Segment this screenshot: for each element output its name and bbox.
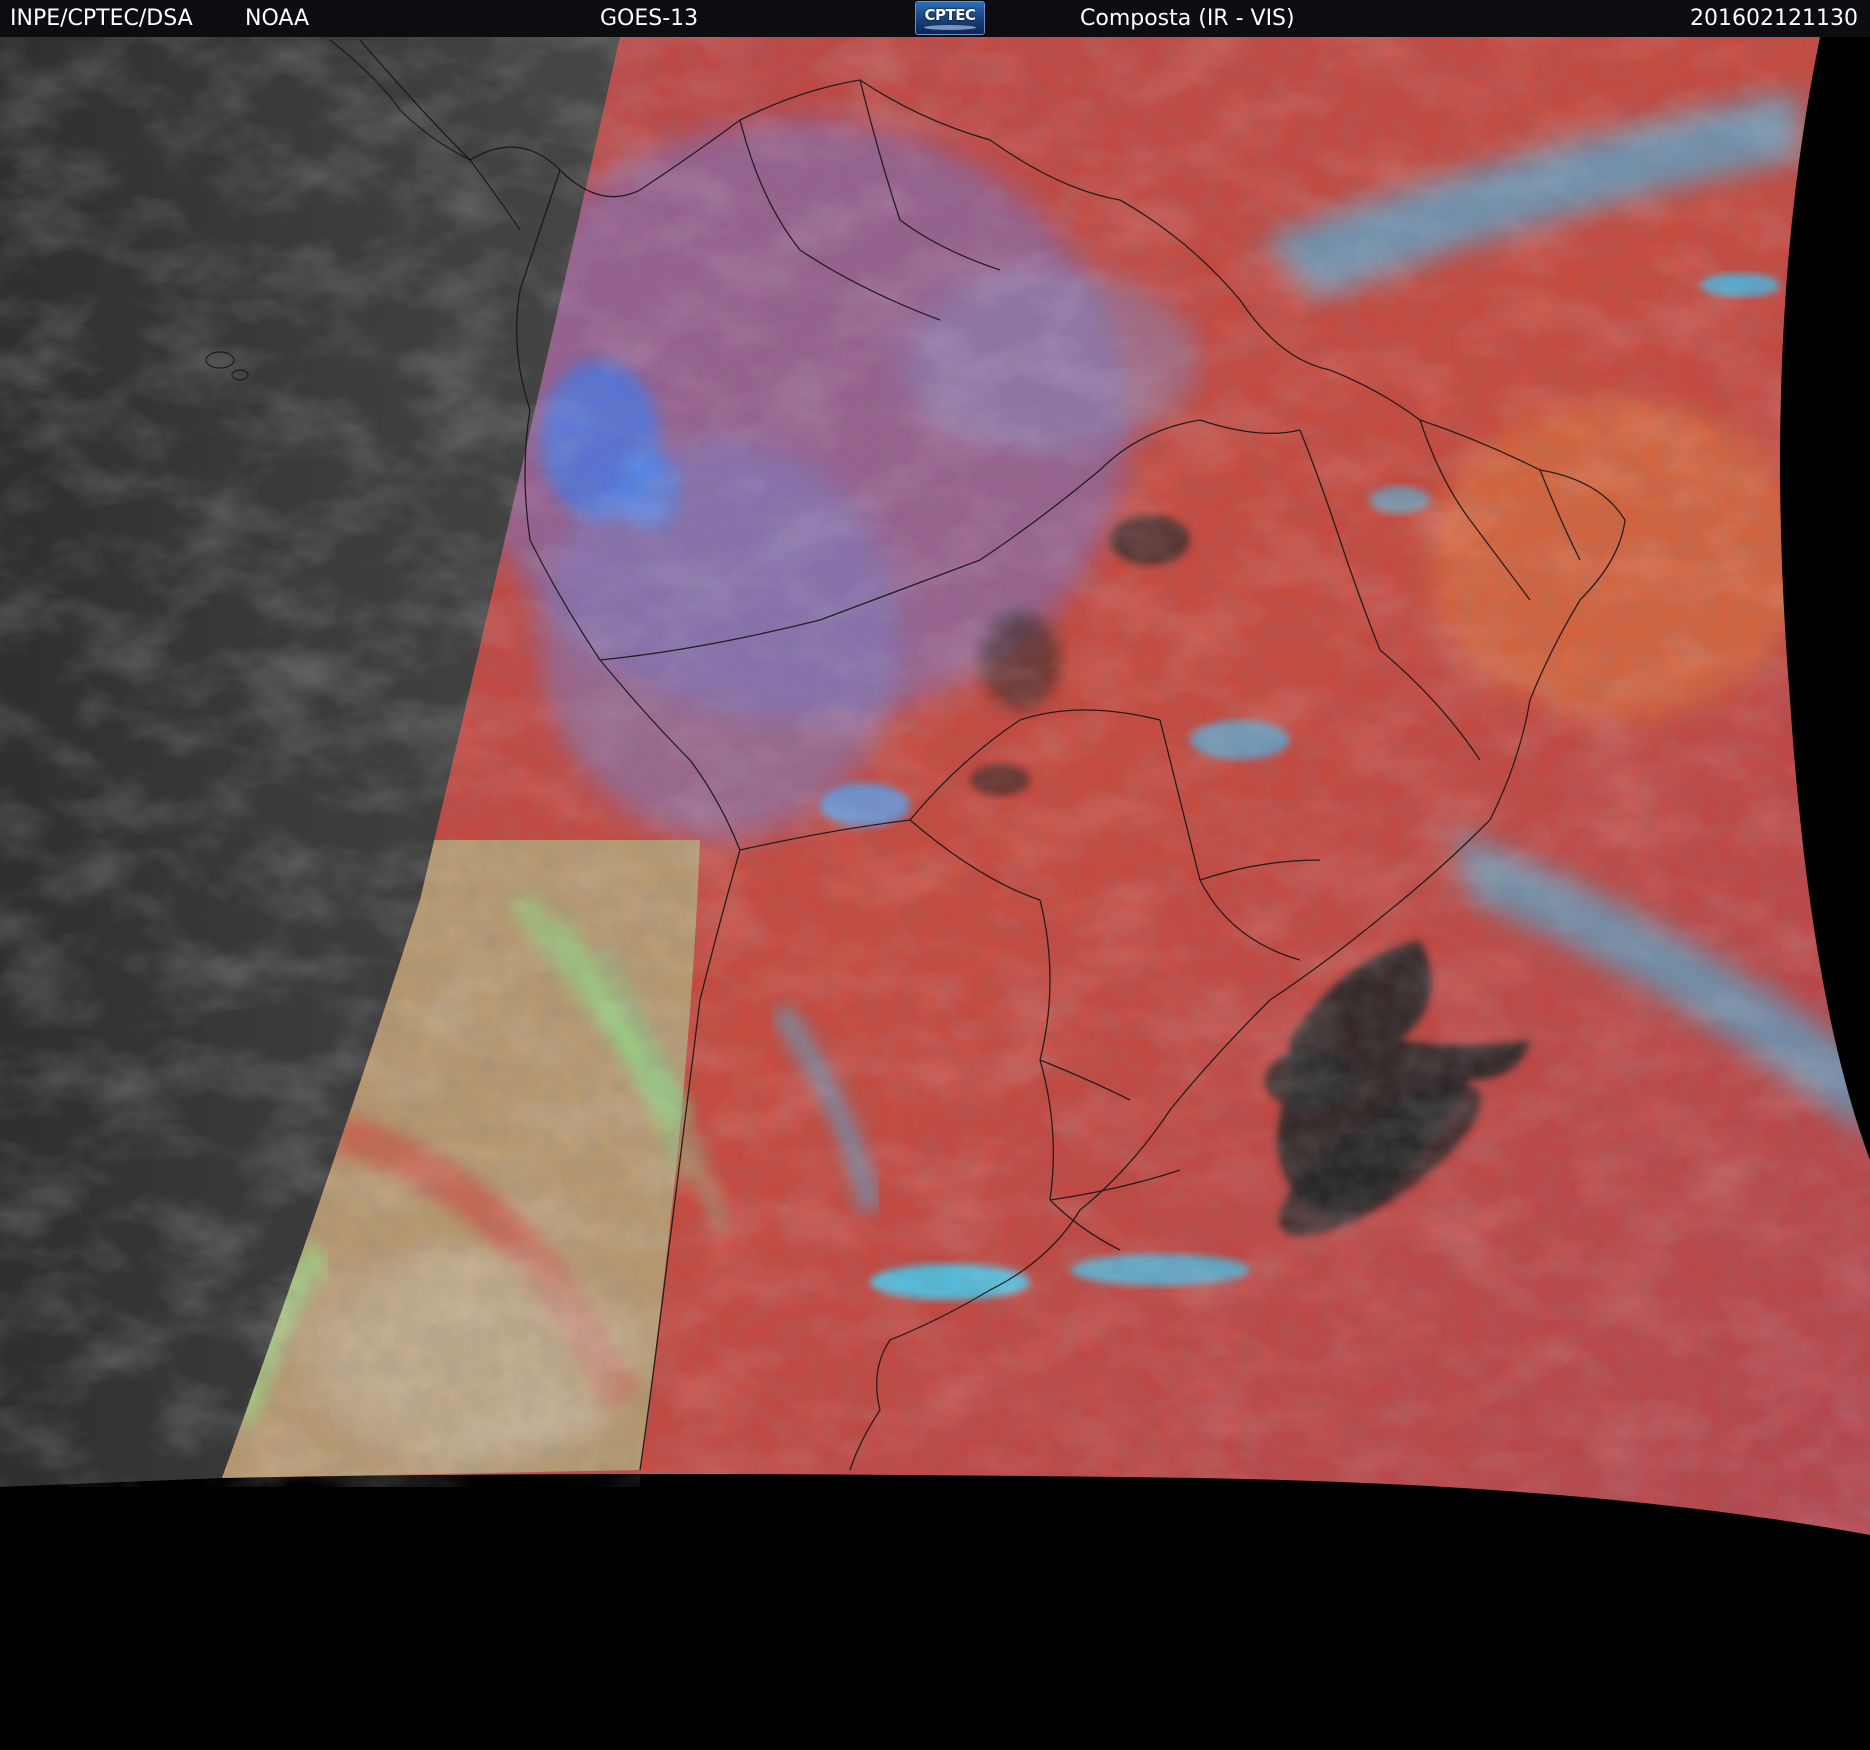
image-header-bar: INPE/CPTEC/DSA NOAA GOES-13 CPTEC Compos… (0, 0, 1870, 37)
institution-label: INPE/CPTEC/DSA (10, 6, 193, 31)
cptec-logo: CPTEC (915, 1, 985, 35)
satellite-image-page: INPE/CPTEC/DSA NOAA GOES-13 CPTEC Compos… (0, 0, 1870, 1750)
agency-label: NOAA (245, 6, 310, 31)
satellite-composite-image (0, 37, 1870, 1750)
logo-text: CPTEC (924, 6, 977, 24)
logo-swoosh (924, 25, 976, 30)
timestamp-label: 201602121130 (1690, 6, 1858, 31)
satellite-label: GOES-13 (600, 6, 699, 31)
product-label: Composta (IR - VIS) (1080, 6, 1295, 31)
